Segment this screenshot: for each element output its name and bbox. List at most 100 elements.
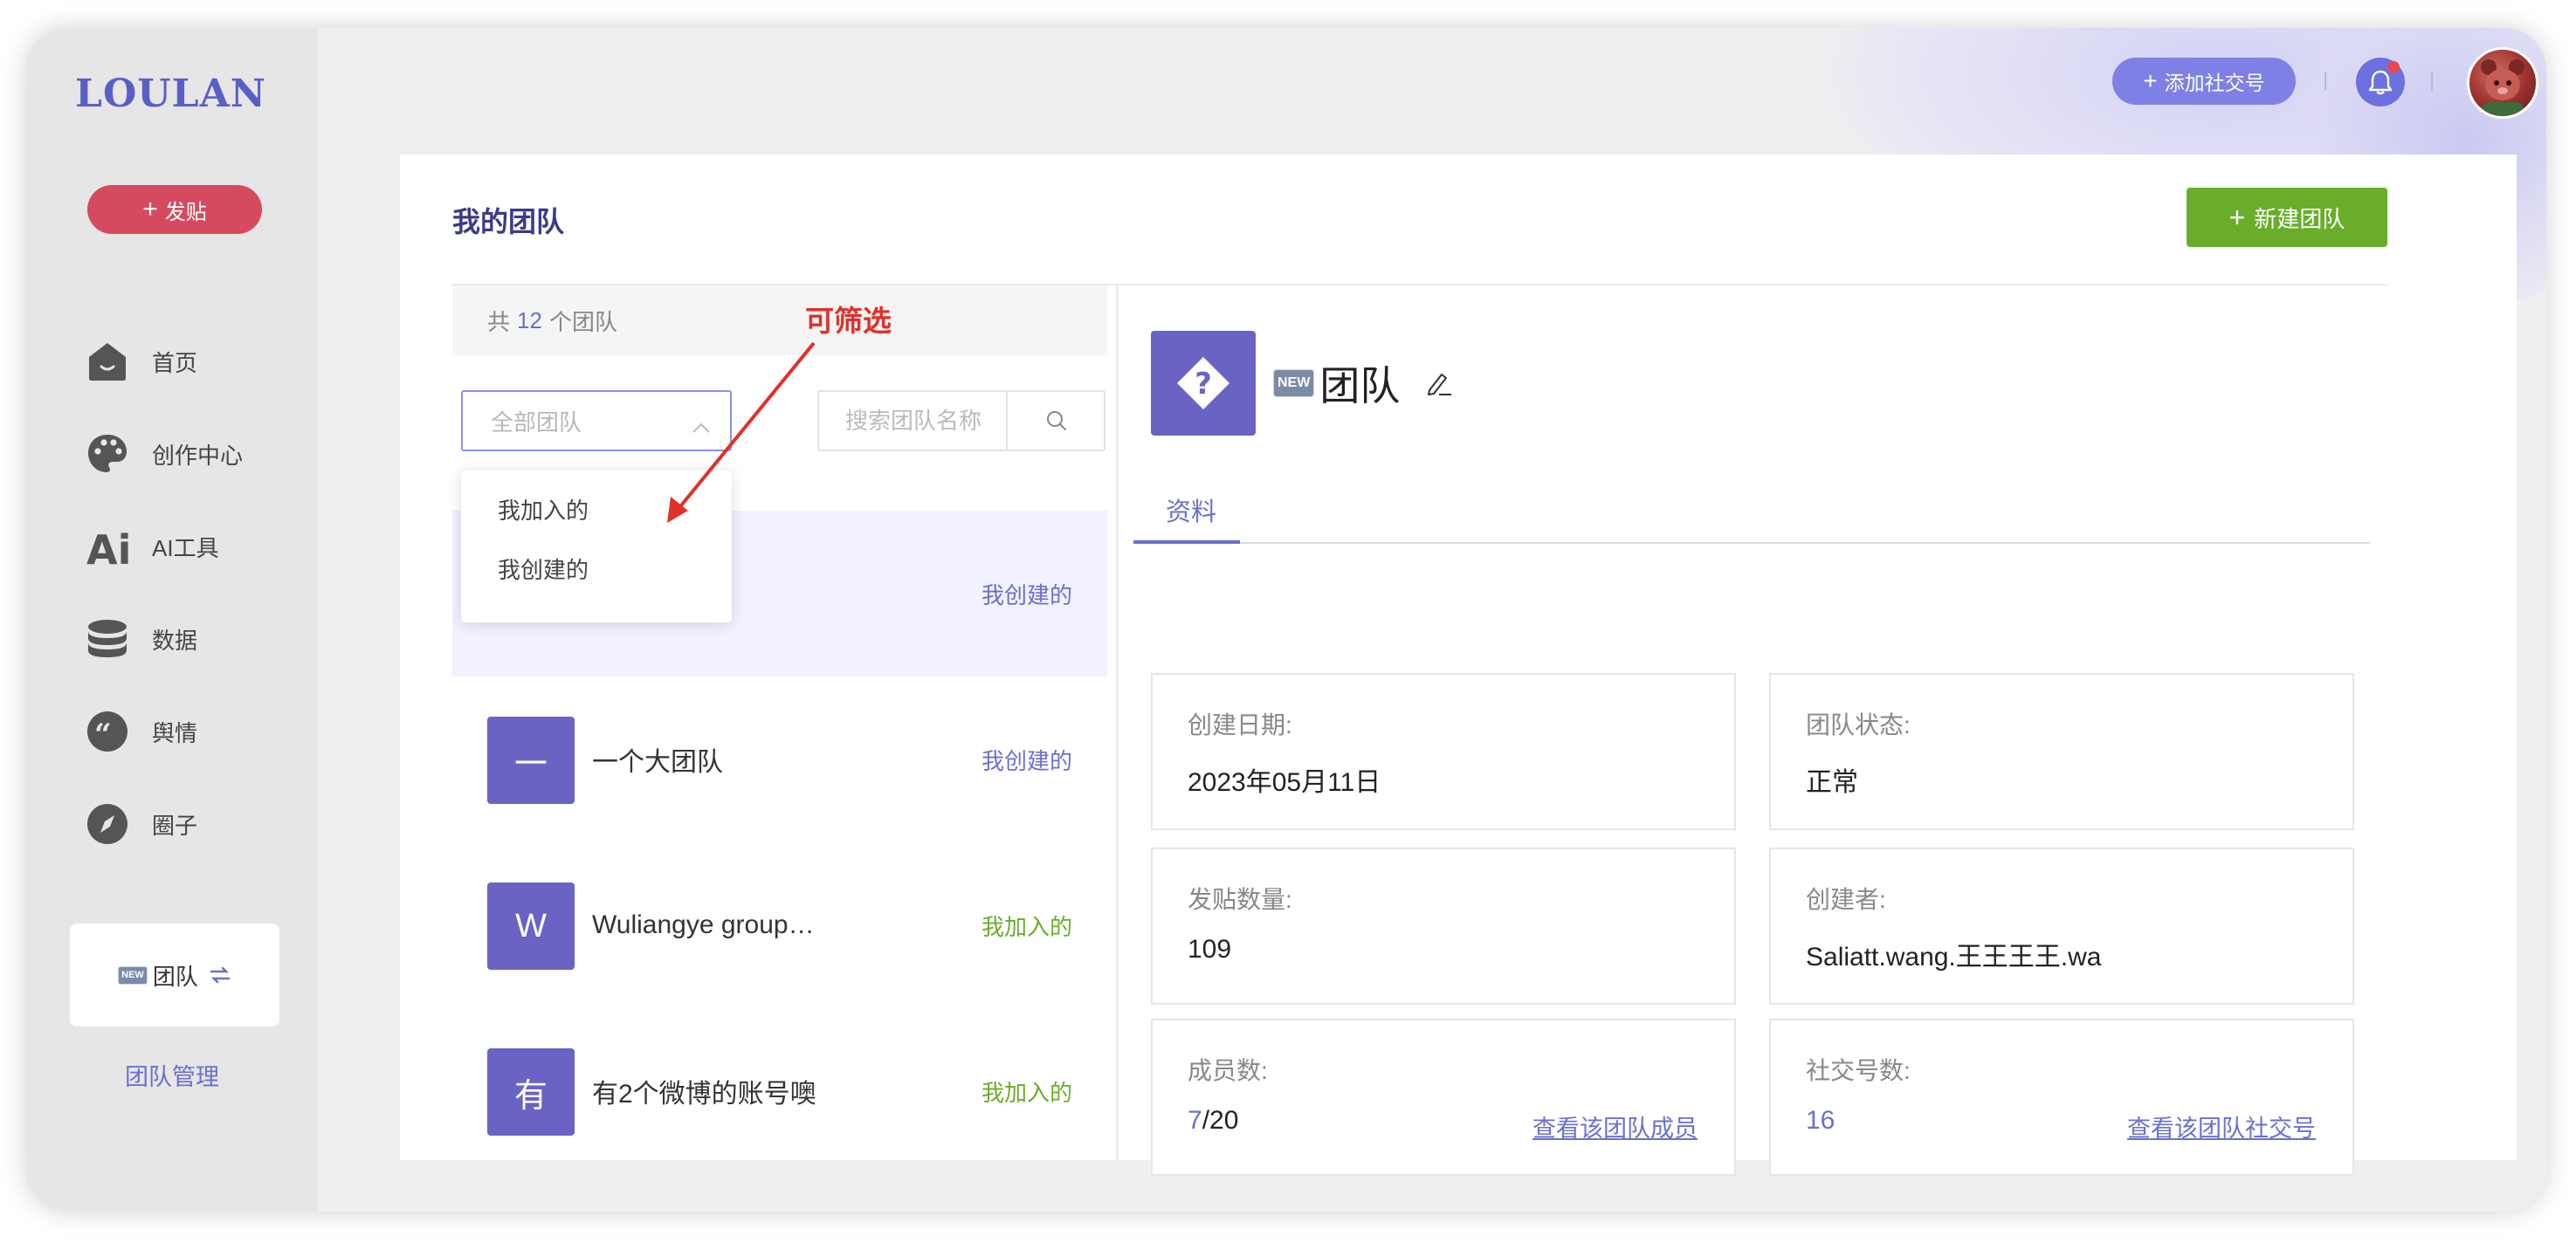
- brand-logo: LOULAN: [75, 72, 266, 116]
- view-social-accounts-link[interactable]: 查看该团队社交号: [2127, 1109, 2316, 1143]
- team-count: 12: [517, 306, 542, 333]
- svg-text:Ai: Ai: [86, 526, 129, 568]
- sidebar-item-label: AI工具: [152, 534, 219, 561]
- search-button[interactable]: [1006, 392, 1105, 450]
- plus-icon: +: [2228, 202, 2246, 233]
- team-name: 一个大团队: [592, 748, 723, 777]
- sidebar-item-data[interactable]: 数据: [86, 615, 197, 663]
- team-avatar: 有: [487, 1048, 575, 1136]
- main-area: + 添加社交号 我的团队 + 新建团队 共 12 个团队 全部团队 搜索团队名称…: [318, 28, 2546, 1212]
- info-value: 7/20: [1188, 1106, 1238, 1136]
- info-label: 创建者:: [1806, 886, 1886, 913]
- compass-icon: [86, 802, 129, 846]
- info-label: 发贴数量:: [1188, 886, 1292, 913]
- swap-icon: [209, 965, 231, 985]
- team-avatar: W: [487, 882, 575, 970]
- post-button[interactable]: + 发贴: [87, 185, 262, 234]
- sidebar-item-home[interactable]: 首页: [86, 337, 197, 386]
- info-card-members: 成员数: 7/20 查看该团队成员: [1151, 1019, 1736, 1176]
- app-window: LOULAN + 发贴 首页 创作中心 Ai AI工具 数据 “ 舆情 圈子 N…: [26, 28, 2546, 1212]
- notification-bell-button[interactable]: [2356, 58, 2405, 106]
- info-card-social-accounts: 社交号数: 16 查看该团队社交号: [1769, 1019, 2354, 1176]
- team-name: 团队: [1319, 363, 1401, 409]
- accounts-count: 16: [1806, 1106, 1836, 1135]
- sidebar: LOULAN + 发贴 首页 创作中心 Ai AI工具 数据 “ 舆情 圈子 N…: [26, 28, 318, 1212]
- notification-dot: [2387, 61, 2400, 73]
- team-name: 有2个微博的账号噢: [592, 1080, 816, 1109]
- info-label: 成员数:: [1188, 1057, 1268, 1084]
- bell-icon: [2368, 69, 2393, 95]
- info-label: 社交号数:: [1806, 1057, 1911, 1084]
- members-current: 7: [1188, 1106, 1202, 1135]
- team-management-link[interactable]: 团队管理: [26, 1058, 318, 1092]
- post-button-label: 发贴: [164, 200, 207, 224]
- info-label: 团队状态:: [1806, 711, 1911, 738]
- svg-text:?: ?: [1195, 367, 1212, 402]
- team-count-bar: 共 12 个团队: [452, 285, 1107, 355]
- info-card-created-date: 创建日期: 2023年05月11日: [1151, 673, 1736, 830]
- tab-baseline: [1133, 542, 2370, 544]
- add-social-account-button[interactable]: + 添加社交号: [2112, 58, 2296, 105]
- sidebar-item-circle[interactable]: 圈子: [86, 800, 197, 848]
- team-search: [817, 390, 1105, 451]
- sidebar-item-sentiment[interactable]: “ 舆情: [86, 707, 197, 756]
- info-value: 正常: [1806, 768, 1858, 797]
- team-title: NEW 团队: [1273, 355, 1454, 411]
- info-label: 创建日期:: [1188, 711, 1292, 738]
- team-list-item[interactable]: 有 有2个微博的账号噢 我加入的: [452, 1008, 1107, 1174]
- team-list-item[interactable]: 一 一个大团队 我创建的: [452, 676, 1107, 842]
- annotation-label: 可筛选: [805, 305, 892, 337]
- divider: [2431, 72, 2433, 91]
- question-diamond-icon: ?: [1174, 354, 1232, 412]
- page-title: 我的团队: [452, 206, 565, 237]
- home-icon: [86, 340, 129, 383]
- team-tag: 我加入的: [981, 1079, 1072, 1106]
- sidebar-item-label: 数据: [152, 627, 198, 654]
- filter-placeholder: 全部团队: [491, 409, 582, 436]
- plus-icon: +: [142, 195, 158, 223]
- view-members-link[interactable]: 查看该团队成员: [1533, 1109, 1698, 1143]
- count-suffix: 个团队: [548, 308, 617, 335]
- team-tag: 我创建的: [981, 747, 1072, 774]
- user-avatar[interactable]: [2467, 47, 2538, 119]
- team-avatar: ?: [1151, 331, 1256, 436]
- count-prefix: 共: [487, 308, 511, 335]
- tab-profile[interactable]: 资料: [1140, 491, 1242, 528]
- edit-icon[interactable]: [1422, 367, 1454, 399]
- svg-text:“: “: [94, 718, 112, 752]
- team-list-item[interactable]: W Wuliangye group… 我加入的: [452, 842, 1107, 1008]
- info-value: 2023年05月11日: [1188, 768, 1381, 797]
- content-panel: 我的团队 + 新建团队 共 12 个团队 全部团队 搜索团队名称 我创建的 一 …: [400, 155, 2517, 1176]
- ai-icon: Ai: [86, 525, 129, 568]
- team-search-input[interactable]: [819, 392, 1006, 450]
- palette-icon: [86, 432, 129, 476]
- team-filter-select[interactable]: 全部团队: [461, 390, 732, 451]
- plus-icon: +: [2143, 67, 2158, 94]
- new-badge: NEW: [1273, 369, 1315, 397]
- team-tag: 我加入的: [981, 913, 1072, 940]
- chevron-up-icon: [692, 413, 711, 440]
- new-team-button[interactable]: + 新建团队: [2187, 188, 2387, 247]
- members-total: /20: [1202, 1106, 1239, 1135]
- sidebar-item-creation[interactable]: 创作中心: [86, 429, 243, 478]
- info-card-post-count: 发贴数量: 109: [1151, 848, 1736, 1005]
- info-value: Saliatt.wang.王王王王.wa: [1806, 943, 2102, 972]
- info-value: 109: [1188, 935, 1232, 964]
- filter-option-created[interactable]: 我创建的: [498, 553, 589, 585]
- team-switcher-label: 团队: [152, 963, 198, 990]
- team-avatar: 一: [487, 717, 575, 804]
- new-team-label: 新建团队: [2254, 205, 2345, 232]
- team-tag: 我创建的: [981, 581, 1072, 608]
- sidebar-item-label: 创作中心: [152, 442, 244, 469]
- search-icon: [1044, 409, 1069, 433]
- quote-icon: “: [86, 710, 129, 753]
- divider: [2325, 72, 2326, 91]
- filter-option-joined[interactable]: 我加入的: [498, 493, 589, 525]
- tab-active-indicator: [1133, 540, 1240, 544]
- sidebar-item-label: 舆情: [152, 719, 198, 746]
- column-divider: [1116, 285, 1119, 1160]
- info-card-creator: 创建者: Saliatt.wang.王王王王.wa: [1769, 848, 2354, 1005]
- sidebar-item-ai-tools[interactable]: Ai AI工具: [86, 522, 219, 571]
- filter-dropdown-menu: 我加入的 我创建的: [461, 470, 732, 622]
- team-switcher[interactable]: NEW 团队: [70, 924, 279, 1027]
